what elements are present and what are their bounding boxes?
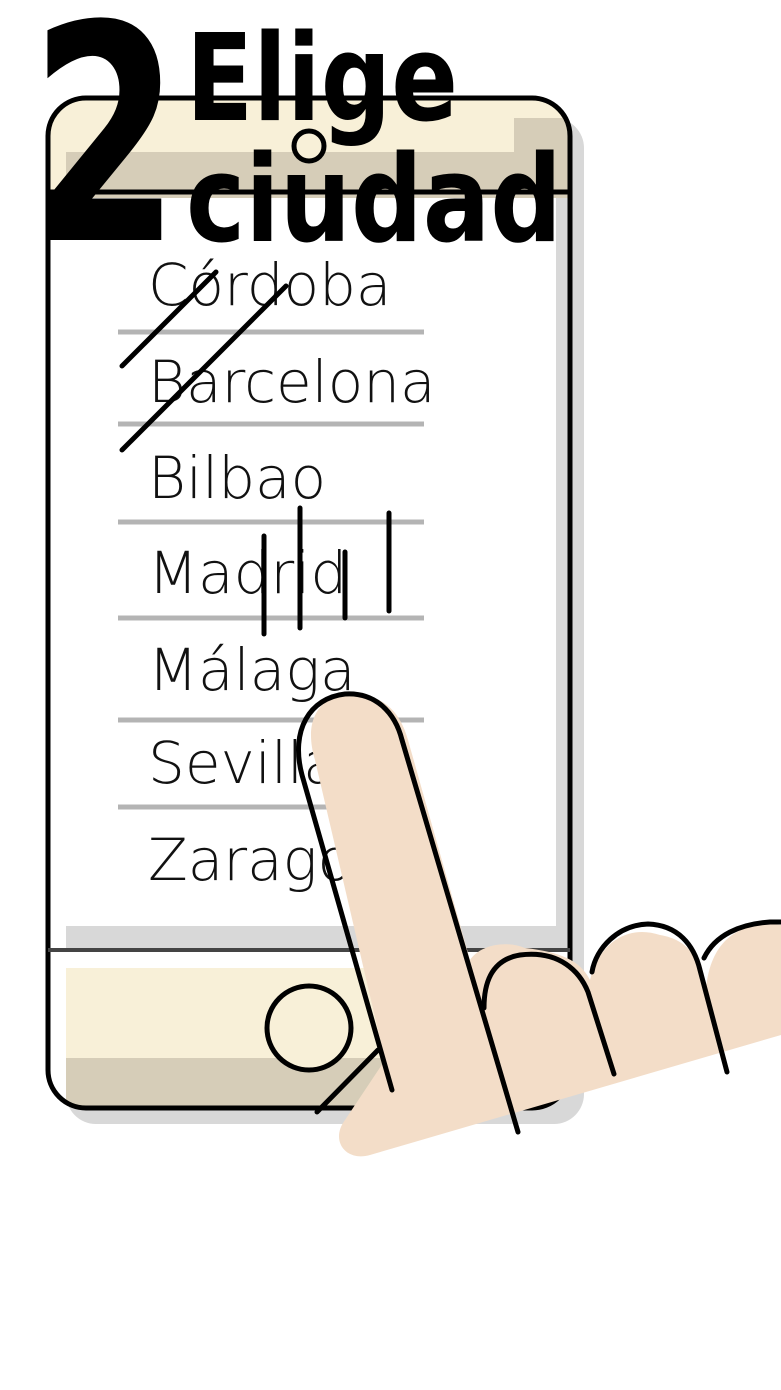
home-button-icon[interactable] bbox=[264, 983, 354, 1073]
title-line-ciudad: ciudad bbox=[186, 131, 562, 270]
title-line-elige: Elige bbox=[186, 10, 458, 149]
list-item[interactable]: Madrid bbox=[148, 539, 347, 607]
city-label-madrid: Madrid bbox=[148, 539, 347, 607]
city-label-malaga: Málaga bbox=[148, 636, 356, 704]
city-label-sevilla: Sevilla bbox=[148, 729, 339, 797]
step-number: 2 bbox=[30, 0, 180, 311]
city-label-bilbao: Bilbao bbox=[148, 444, 326, 512]
list-item[interactable]: Sevilla bbox=[148, 729, 339, 797]
list-item[interactable]: Bilbao bbox=[148, 444, 326, 512]
illustration: Córdoba Barcelona Bilbao Madrid Málaga S… bbox=[30, 0, 781, 1157]
list-item[interactable]: Málaga bbox=[148, 636, 356, 704]
step-header: 2 Elige ciudad bbox=[30, 0, 562, 311]
